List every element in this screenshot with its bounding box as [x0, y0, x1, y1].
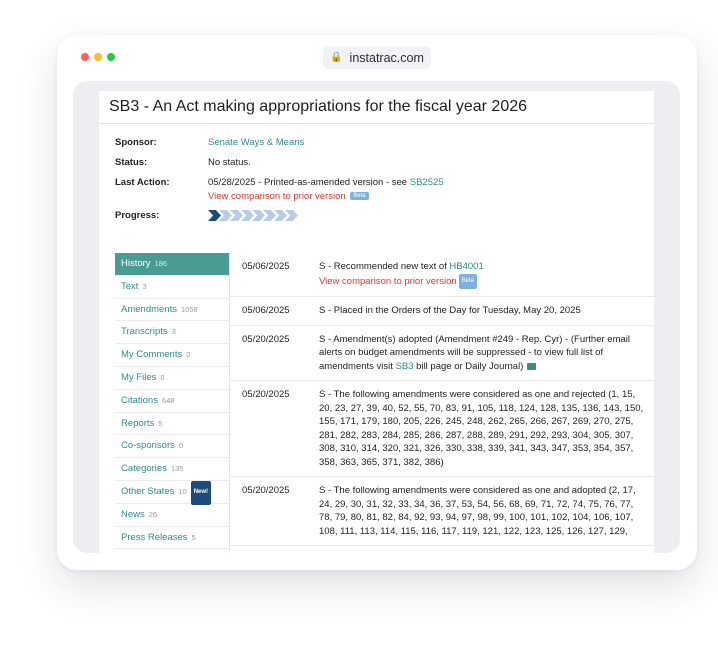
history-description: S - Placed in the Orders of the Day for … — [319, 305, 581, 316]
last-action-label: Last Action: — [115, 177, 170, 188]
progress-step-icon — [208, 210, 221, 221]
sidebar-item-count: 3 — [171, 327, 176, 337]
compare-link[interactable]: View comparison to prior version — [319, 276, 457, 287]
sidebar-item-count: 186 — [154, 259, 168, 268]
last-action-text: 05/28/2025 - Printed-as-amended version … — [208, 177, 410, 188]
progress-chevrons — [208, 210, 298, 221]
history-row: 05/06/2025 S - Recommended new text of HB… — [229, 253, 654, 297]
status-value: No status. — [208, 157, 251, 168]
url-text: instatrac.com — [349, 50, 424, 65]
sidebar-item-label: History — [121, 258, 151, 269]
status-label: Status: — [115, 157, 148, 168]
history-row: 05/06/2025 S - Placed in the Orders of th… — [229, 297, 654, 326]
email-alert-icon[interactable] — [527, 362, 537, 370]
history-date: 05/06/2025 — [242, 305, 290, 316]
sidebar-item-other-states[interactable]: Other States 10 New! — [115, 480, 229, 505]
beta-badge: Beta — [458, 273, 477, 289]
sidebar-item-label: News — [121, 508, 145, 520]
history-date: 05/20/2025 — [242, 389, 290, 400]
sidebar-item-count: 3 — [142, 281, 147, 291]
history-description-tail: bill page or Daily Journal) — [413, 360, 527, 372]
history-bill-link[interactable]: SB3 — [396, 361, 414, 372]
sidebar-item-press-releases[interactable]: Press Releases 5 — [115, 527, 229, 550]
history-text: S - The following amendments were consid… — [319, 477, 654, 545]
sidebar-item-label: Reports — [121, 417, 155, 429]
sidebar-item-label: Press Releases — [121, 531, 188, 543]
history-row: 05/20/2025 S - The following amendments w… — [229, 477, 654, 546]
compare-wrap: View comparison to prior version Beta — [208, 191, 369, 202]
sidebar-item-transcripts[interactable]: Transcripts 3 — [115, 321, 229, 345]
history-list: 05/06/2025 S - Recommended new text of HB… — [229, 253, 654, 546]
sidebar-item-label: My Files — [121, 371, 157, 383]
sidebar-item-count: 1058 — [180, 304, 198, 314]
bill-card: SB3 - An Act making appropriations for t… — [99, 91, 654, 553]
history-description: S - Recommended new text of — [319, 261, 450, 272]
sidebar-item-history[interactable]: History 186 — [115, 253, 229, 276]
history-text: S - Recommended new text of HB4001 View c… — [319, 253, 654, 296]
browser-window: 🔒 instatrac.com SB3 - An Act making appr… — [57, 35, 697, 570]
sidebar-item-count: 10 — [178, 486, 187, 496]
sidebar-item-count: 0 — [178, 441, 184, 451]
sidebar-item-count: 5 — [158, 418, 163, 428]
history-text: S - Placed in the Orders of the Day for … — [319, 297, 654, 325]
sidebar-item-votes[interactable]: Votes22 — [115, 549, 229, 553]
beta-badge: Beta — [350, 192, 369, 200]
progress-label: Progress: — [115, 210, 160, 221]
sidebar-item-news[interactable]: News 26 — [115, 504, 229, 527]
history-text: S - Amendment(s) adopted (Amendment #249… — [319, 326, 654, 381]
sidebar-item-label: Text — [121, 280, 139, 292]
sidebar-item-count: 648 — [161, 395, 175, 405]
sidebar-item-count: 5 — [191, 532, 196, 542]
window-controls — [81, 53, 115, 61]
lock-icon: 🔒 — [330, 52, 343, 63]
sidebar-item-label: Citations — [121, 394, 158, 406]
sidebar-item-count: 135 — [170, 464, 184, 474]
history-bill-link[interactable]: HB4001 — [449, 261, 483, 272]
address-bar[interactable]: 🔒 instatrac.com — [323, 46, 431, 69]
sidebar-nav: History 186 Text 3 Amendments 1058 Transcripts… — [115, 253, 230, 553]
sidebar-item-label: Categories — [121, 463, 167, 475]
sponsor-label: Sponsor: — [115, 137, 157, 148]
sidebar-item-label: Other States — [121, 485, 175, 497]
page-content: SB3 - An Act making appropriations for t… — [73, 81, 680, 553]
sidebar-item-count: 26 — [148, 509, 158, 519]
maximize-dot[interactable] — [107, 53, 115, 61]
sidebar-item-my-comments[interactable]: My Comments 0 — [115, 344, 229, 367]
sidebar-item-label: Co-sponsors — [121, 440, 175, 452]
sponsor-link[interactable]: Senate Ways & Means — [208, 137, 304, 148]
sidebar-item-reports[interactable]: Reports 5 — [115, 413, 229, 436]
sidebar-item-label: My Comments — [121, 349, 183, 361]
sidebar-item-citations[interactable]: Citations 648 — [115, 390, 229, 413]
sidebar-item-label: Transcripts — [121, 326, 168, 338]
last-action-link[interactable]: SB2525 — [410, 177, 444, 188]
last-action-value: 05/28/2025 - Printed-as-amended version … — [208, 177, 444, 188]
history-date: 05/20/2025 — [242, 485, 290, 496]
compare-link[interactable]: View comparison to prior version — [208, 191, 346, 202]
history-row: 05/20/2025 S - The following amendments w… — [229, 381, 654, 477]
history-description: S - The following amendments were consid… — [319, 389, 644, 468]
sidebar-item-text[interactable]: Text 3 — [115, 276, 229, 299]
sidebar-item-co-sponsors[interactable]: Co-sponsors 0 — [115, 435, 229, 459]
sidebar-item-count: 0 — [160, 372, 165, 382]
sidebar-item-categories[interactable]: Categories 135 — [115, 458, 229, 481]
sidebar-item-my-files[interactable]: My Files 0 — [115, 367, 229, 390]
minimize-dot[interactable] — [94, 53, 102, 61]
sidebar-item-amendments[interactable]: Amendments 1058 — [115, 299, 229, 322]
history-row: 05/20/2025 S - Amendment(s) adopted (Amen… — [229, 326, 654, 381]
history-text: S - The following amendments were consid… — [319, 381, 654, 476]
new-badge: New! — [190, 480, 212, 505]
sidebar-item-label: Amendments — [121, 303, 177, 315]
history-date: 05/06/2025 — [242, 261, 290, 272]
history-date: 05/20/2025 — [242, 333, 290, 345]
close-dot[interactable] — [81, 53, 89, 61]
sidebar-item-count: 0 — [186, 350, 191, 360]
bill-title: SB3 - An Act making appropriations for t… — [99, 91, 654, 124]
history-description: S - The following amendments were consid… — [319, 485, 636, 537]
